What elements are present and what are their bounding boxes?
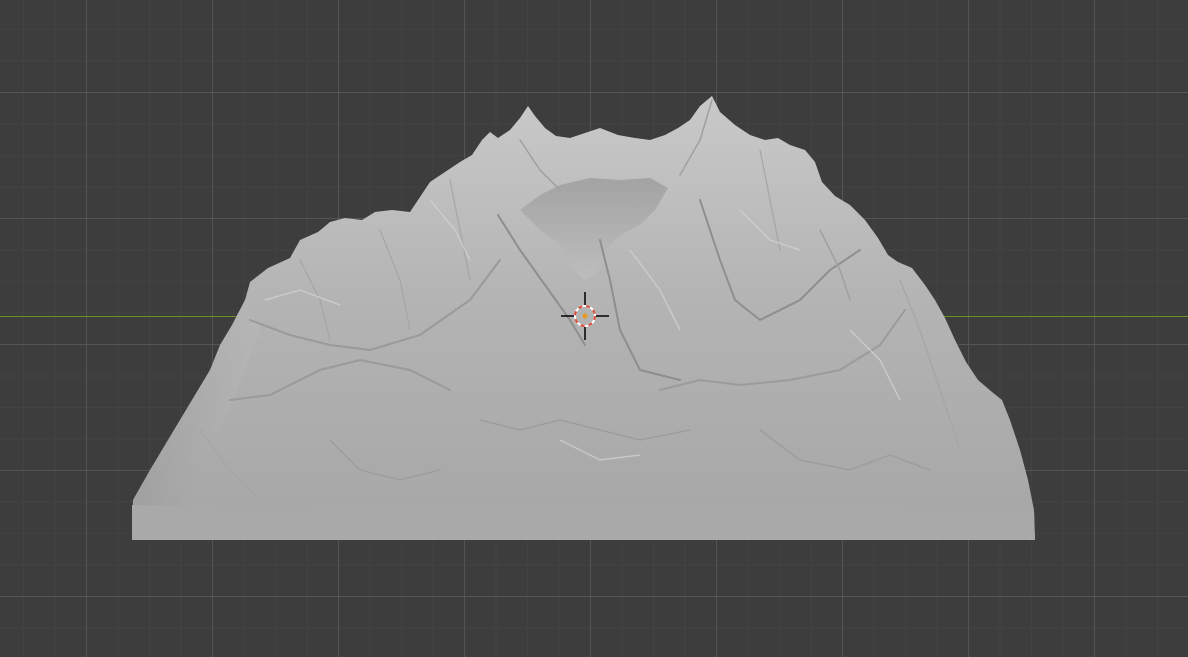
- 3d-viewport[interactable]: [0, 0, 1188, 657]
- 3d-cursor-icon[interactable]: [561, 292, 609, 340]
